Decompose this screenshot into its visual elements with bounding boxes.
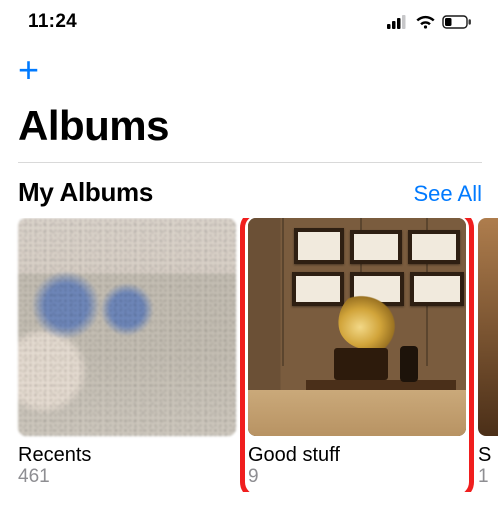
add-album-button[interactable]: + — [18, 50, 58, 90]
album-title: Good stuff — [248, 444, 466, 467]
album-thumbnail — [478, 218, 498, 436]
album-thumbnail — [18, 218, 236, 436]
status-bar: 11:24 — [0, 0, 500, 44]
album-count: 9 — [248, 466, 466, 488]
cellular-icon — [387, 15, 409, 29]
status-indicators — [387, 15, 472, 30]
album-count: 461 — [18, 466, 236, 488]
section-header-my-albums: My Albums See All — [0, 163, 500, 218]
section-title: My Albums — [18, 177, 153, 208]
album-title: S — [478, 444, 498, 467]
album-peek[interactable]: S 1 — [478, 218, 498, 492]
see-all-link[interactable]: See All — [414, 181, 483, 207]
plus-icon: + — [18, 51, 39, 89]
battery-icon — [442, 15, 472, 29]
album-good-stuff[interactable]: Good stuff 9 — [248, 218, 466, 492]
album-count: 1 — [478, 466, 498, 488]
wifi-icon — [415, 15, 436, 30]
album-recents[interactable]: Recents 461 — [18, 218, 236, 492]
page-title: Albums — [18, 102, 482, 150]
header: + Albums — [0, 44, 500, 150]
album-thumbnail — [248, 218, 466, 436]
status-time: 11:24 — [28, 11, 77, 33]
album-title: Recents — [18, 444, 236, 467]
albums-row: Recents 461 Good stuff 9 S 1 — [0, 218, 500, 492]
